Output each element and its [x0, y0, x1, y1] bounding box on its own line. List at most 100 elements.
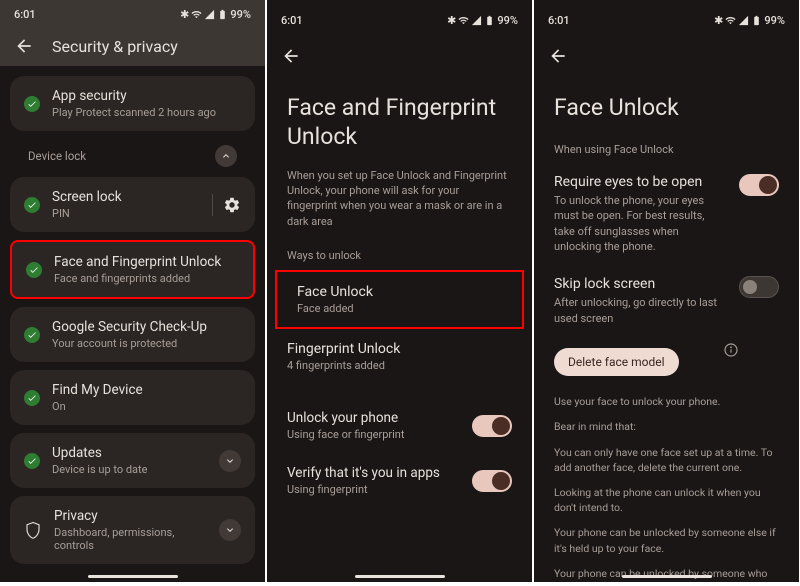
- status-time: 6:01: [548, 14, 570, 27]
- item-sub: To unlock the phone, your eyes must be o…: [554, 193, 727, 255]
- expand-button[interactable]: [219, 519, 241, 541]
- toggle-require-eyes[interactable]: [739, 174, 779, 196]
- section-when-using: When using Face Unlock: [534, 139, 799, 164]
- back-button[interactable]: [281, 46, 301, 66]
- page-title: Security & privacy: [52, 37, 178, 56]
- toggle-verify-apps[interactable]: [472, 470, 512, 492]
- item-sub: Using face or fingerprint: [287, 428, 404, 441]
- item-find-my-device[interactable]: Find My Device On: [10, 370, 255, 425]
- item-sub: PIN: [52, 207, 200, 220]
- battery-percent: 99%: [764, 14, 785, 27]
- page-title: Face Unlock: [534, 70, 799, 139]
- page-description: When you set up Face Unlock and Fingerpr…: [267, 168, 532, 230]
- item-title: Require eyes to be open: [554, 174, 727, 190]
- status-bar: 6:01 ✱ 99%: [281, 8, 518, 32]
- expand-button[interactable]: [219, 450, 241, 472]
- page-title: Face and Fingerprint Unlock: [267, 70, 532, 168]
- status-bar: 6:01 ✱ 99%: [548, 8, 785, 32]
- info-p2: Bear in mind that:: [554, 419, 779, 434]
- battery-icon: [217, 9, 228, 20]
- item-screen-lock[interactable]: Screen lock PIN: [10, 177, 255, 232]
- bluetooth-icon: ✱: [714, 14, 723, 27]
- nav-bar[interactable]: [355, 575, 445, 578]
- header: 6:01 ✱ 99%: [267, 0, 532, 70]
- item-title: Face and Fingerprint Unlock: [54, 254, 239, 270]
- check-icon: [24, 453, 40, 469]
- item-sub: Dashboard, permissions, controls: [54, 526, 207, 552]
- item-sub: Face added: [297, 302, 502, 315]
- header: 6:01 ✱ 99%: [534, 0, 799, 70]
- item-verify-in-apps[interactable]: Verify that it's you in apps Using finge…: [267, 453, 532, 508]
- battery-icon: [751, 15, 762, 26]
- status-bar: 6:01 ✱ 99%: [14, 0, 251, 24]
- status-time: 6:01: [14, 8, 36, 21]
- wifi-icon: [725, 15, 736, 26]
- item-skip-lock-screen[interactable]: Skip lock screen After unlocking, go dir…: [534, 266, 799, 338]
- signal-icon: [738, 15, 749, 26]
- status-icons: ✱ 99%: [714, 14, 785, 27]
- battery-icon: [484, 15, 495, 26]
- info-p5: Your phone can be unlocked by someone el…: [554, 525, 779, 555]
- collapse-button[interactable]: [215, 145, 237, 167]
- info-text: Use your face to unlock your phone. Bear…: [534, 390, 799, 582]
- item-require-eyes-open[interactable]: Require eyes to be open To unlock the ph…: [534, 164, 799, 267]
- check-icon: [24, 96, 40, 112]
- nav-bar[interactable]: [88, 575, 178, 578]
- toggle-unlock-phone[interactable]: [472, 415, 512, 437]
- item-unlock-your-phone[interactable]: Unlock your phone Using face or fingerpr…: [267, 398, 532, 453]
- battery-percent: 99%: [230, 8, 251, 21]
- title-row: Security & privacy: [14, 36, 251, 56]
- item-title: Updates: [52, 445, 207, 461]
- screen-face-unlock: 6:01 ✱ 99% Face Unlock When using Face U…: [534, 0, 799, 582]
- item-face-fingerprint[interactable]: Face and Fingerprint Unlock Face and fin…: [10, 240, 255, 299]
- chevron-down-icon: [224, 455, 236, 467]
- divider: [212, 194, 213, 216]
- settings-list: App security Play Protect scanned 2 hour…: [0, 66, 265, 582]
- item-fingerprint-unlock[interactable]: Fingerprint Unlock 4 fingerprints added: [267, 329, 532, 384]
- item-app-security[interactable]: App security Play Protect scanned 2 hour…: [10, 76, 255, 131]
- nav-bar[interactable]: [622, 575, 712, 578]
- chevron-down-icon: [224, 524, 236, 536]
- check-icon: [24, 197, 40, 213]
- shield-icon: [24, 521, 42, 539]
- item-updates[interactable]: Updates Device is up to date: [10, 433, 255, 488]
- back-button[interactable]: [548, 46, 568, 66]
- item-title: Fingerprint Unlock: [287, 341, 512, 357]
- item-title: Privacy: [54, 508, 207, 524]
- toggle-skip-lock[interactable]: [739, 276, 779, 298]
- section-ways-to-unlock: Ways to unlock: [267, 229, 532, 270]
- section-header-device-lock[interactable]: Device lock: [10, 139, 255, 177]
- signal-icon: [204, 9, 215, 20]
- item-title: Screen lock: [52, 189, 200, 205]
- delete-face-model-button[interactable]: Delete face model: [554, 348, 679, 376]
- item-google-security-checkup[interactable]: Google Security Check-Up Your account is…: [10, 307, 255, 362]
- item-title: Skip lock screen: [554, 276, 727, 292]
- back-button[interactable]: [14, 36, 34, 56]
- item-title: Face Unlock: [297, 284, 502, 300]
- info-p4: Looking at the phone can unlock it when …: [554, 485, 779, 515]
- item-sub: Your account is protected: [52, 337, 241, 350]
- signal-icon: [471, 15, 482, 26]
- status-icons: ✱ 99%: [447, 14, 518, 27]
- item-title: App security: [52, 88, 241, 104]
- info-icon: [723, 342, 739, 358]
- gear-icon[interactable]: [223, 196, 241, 214]
- bluetooth-icon: ✱: [180, 8, 189, 21]
- screen-face-fingerprint-unlock: 6:01 ✱ 99% Face and Fingerprint Unlock W…: [267, 0, 532, 582]
- item-face-unlock[interactable]: Face Unlock Face added: [275, 270, 524, 329]
- item-sub: Device is up to date: [52, 463, 207, 476]
- check-icon: [24, 327, 40, 343]
- item-sub: 4 fingerprints added: [287, 359, 512, 372]
- wifi-icon: [458, 15, 469, 26]
- item-title: Google Security Check-Up: [52, 319, 241, 335]
- chevron-up-icon: [220, 150, 232, 162]
- info-p3: You can only have one face set up at a t…: [554, 445, 779, 475]
- info-p1: Use your face to unlock your phone.: [554, 394, 779, 409]
- wifi-icon: [191, 9, 202, 20]
- item-privacy[interactable]: Privacy Dashboard, permissions, controls: [10, 496, 255, 564]
- item-title: Unlock your phone: [287, 410, 404, 426]
- info-p6: Your phone can be unlocked by someone wh…: [554, 566, 779, 582]
- item-sub: Play Protect scanned 2 hours ago: [52, 106, 241, 119]
- section-label: Device lock: [28, 149, 86, 163]
- status-icons: ✱ 99%: [180, 8, 251, 21]
